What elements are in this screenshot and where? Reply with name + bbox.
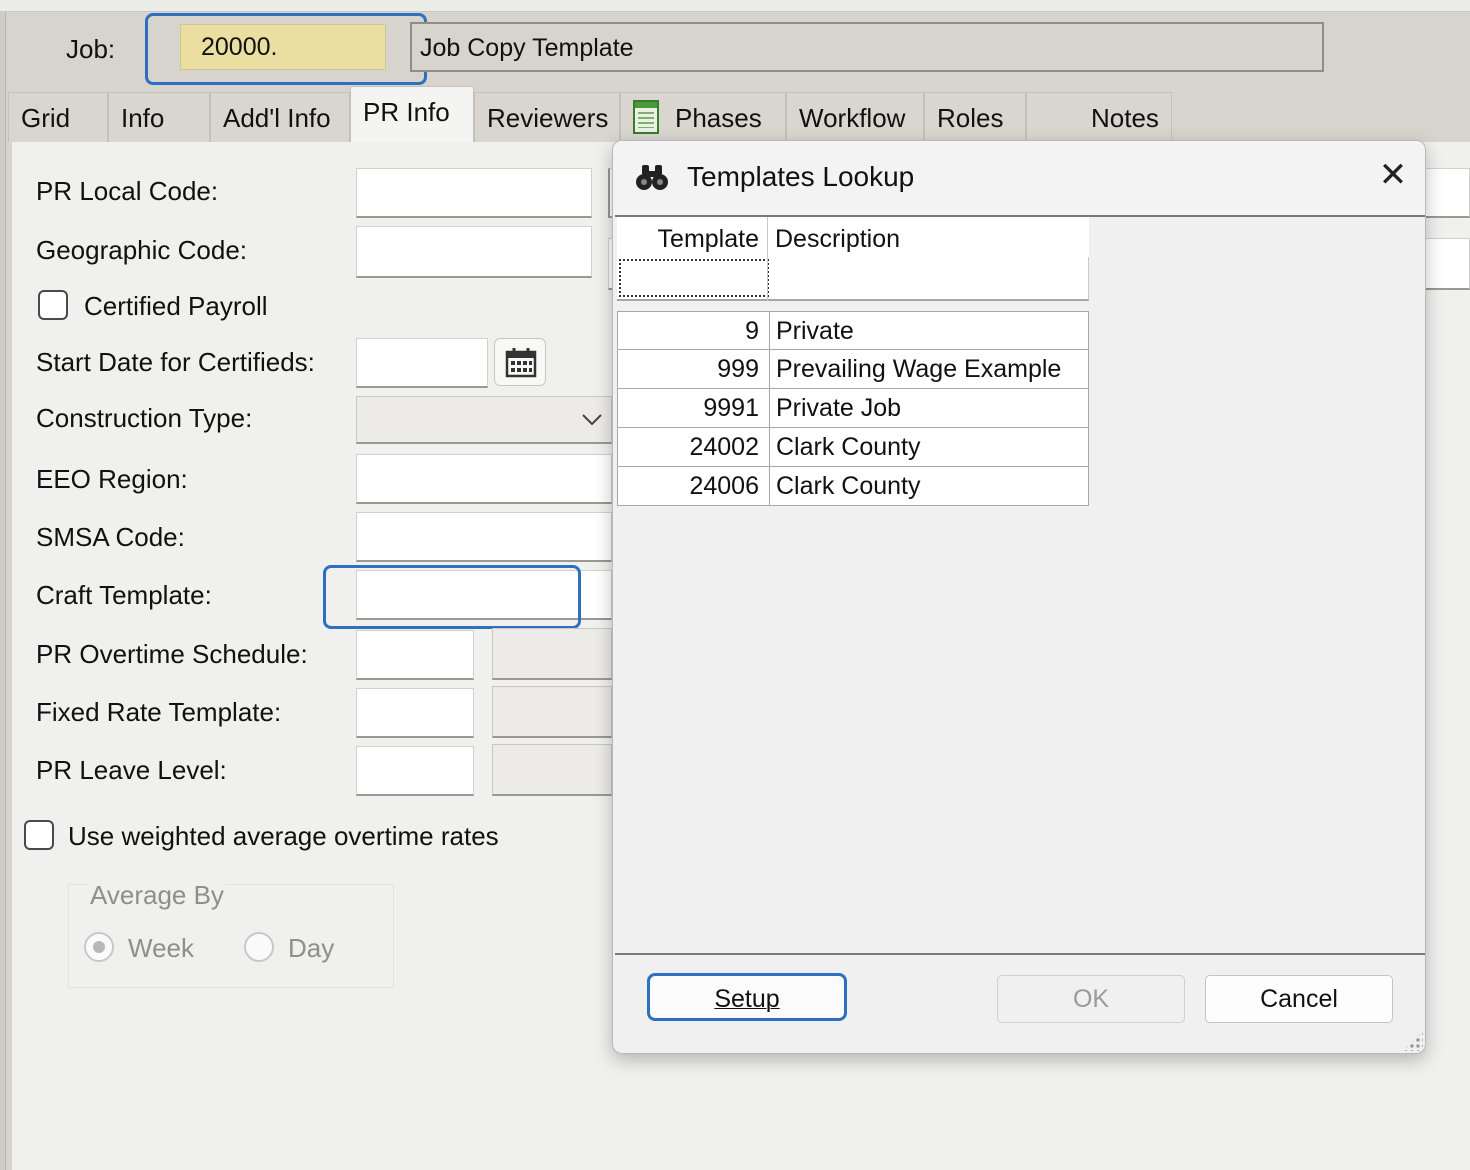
column-header-template[interactable]: Template — [617, 217, 769, 257]
geographic-code-label: Geographic Code: — [36, 235, 248, 265]
tab-label: Reviewers — [487, 103, 609, 133]
close-icon[interactable]: ✕ — [1373, 155, 1413, 195]
construction-type-select[interactable] — [356, 396, 612, 444]
eeo-region-label: EEO Region: — [36, 464, 188, 494]
description-filter-input[interactable] — [775, 259, 1085, 297]
job-description-field: Job Copy Template — [410, 22, 1324, 72]
cancel-button[interactable]: Cancel — [1205, 975, 1393, 1023]
pr-leave-level-input[interactable] — [356, 746, 474, 796]
template-cell: 24006 — [618, 467, 770, 505]
top-strip — [0, 0, 1470, 12]
template-cell: 999 — [618, 350, 770, 388]
tab-phases[interactable]: Phases — [620, 92, 786, 142]
templates-lookup-dialog: Templates Lookup ✕ Template Description … — [612, 140, 1426, 1054]
description-cell: Clark County — [776, 433, 921, 461]
column-divider — [767, 217, 768, 301]
description-cell: Prevailing Wage Example — [776, 355, 1062, 383]
template-filter-input[interactable] — [619, 259, 769, 297]
column-header-description[interactable]: Description — [775, 217, 900, 257]
tab-workflow[interactable]: Workflow — [786, 92, 924, 142]
template-cell: 9991 — [618, 389, 770, 427]
fixed-rate-template-label: Fixed Rate Template: — [36, 697, 282, 727]
week-radio[interactable] — [84, 932, 114, 962]
pr-overtime-schedule-description — [492, 628, 612, 680]
fixed-rate-template-input[interactable] — [356, 688, 474, 738]
tab-pr-info[interactable]: PR Info — [350, 86, 474, 142]
tab-label: Roles — [937, 103, 1004, 133]
dialog-title: Templates Lookup — [687, 161, 915, 192]
filter-row — [617, 257, 1089, 301]
setup-button-label: Setup — [714, 985, 780, 1013]
certified-payroll-checkbox[interactable] — [38, 290, 68, 320]
binoculars-icon — [636, 165, 668, 190]
table-row[interactable]: 24002 Clark County — [617, 428, 1089, 467]
table-row[interactable]: 999 Prevailing Wage Example — [617, 350, 1089, 389]
lookup-grid-area: Template Description 9 Private 999 Preva… — [615, 215, 1425, 955]
start-date-certifieds-input[interactable] — [356, 338, 488, 388]
table-row[interactable]: 24006 Clark County — [617, 467, 1089, 506]
average-by-label: Average By — [88, 880, 226, 911]
tab-addl-info[interactable]: Add'l Info — [210, 92, 350, 142]
tab-label: Grid — [21, 103, 71, 133]
results-list: 9 Private 999 Prevailing Wage Example 99… — [617, 311, 1089, 506]
tab-label: Phases — [675, 103, 762, 133]
day-radio[interactable] — [244, 932, 274, 962]
setup-button[interactable]: Setup — [647, 973, 847, 1021]
tab-label: Info — [121, 103, 165, 133]
weighted-average-label: Use weighted average overtime rates — [68, 821, 499, 851]
smsa-code-input[interactable] — [356, 512, 612, 562]
tab-info[interactable]: Info — [108, 92, 210, 142]
start-date-certifieds-label: Start Date for Certifieds: — [36, 347, 315, 377]
craft-template-label: Craft Template: — [36, 580, 212, 610]
chevron-down-icon — [582, 414, 602, 426]
template-cell: 24002 — [618, 428, 770, 466]
week-radio-label: Week — [128, 933, 194, 963]
tab-label: Workflow — [799, 103, 906, 133]
day-radio-label: Day — [288, 933, 335, 963]
tab-label: Notes — [1091, 103, 1159, 133]
pr-leave-level-description — [492, 744, 612, 796]
tab-notes[interactable]: Notes — [1026, 92, 1172, 142]
description-cell: Clark County — [776, 472, 921, 500]
resize-grip-icon[interactable] — [1403, 1031, 1423, 1051]
description-cell: Private — [776, 317, 854, 345]
tab-roles[interactable]: Roles — [924, 92, 1026, 142]
job-label: Job: — [66, 34, 116, 64]
certified-payroll-label: Certified Payroll — [84, 291, 268, 321]
tab-reviewers[interactable]: Reviewers — [474, 92, 620, 142]
template-cell: 9 — [618, 312, 770, 350]
dialog-title-bar: Templates Lookup ✕ — [613, 141, 1425, 215]
table-row[interactable]: 9 Private — [617, 311, 1089, 350]
weighted-average-checkbox[interactable] — [24, 820, 54, 850]
tab-bar: Grid Info Add'l Info PR Info Reviewers P… — [8, 86, 1172, 142]
job-number-highlight — [145, 13, 427, 85]
pr-overtime-schedule-input[interactable] — [356, 630, 474, 680]
description-cell: Private Job — [776, 394, 902, 422]
pr-leave-level-label: PR Leave Level: — [36, 755, 227, 785]
tab-label: Add'l Info — [223, 103, 331, 133]
tab-grid[interactable]: Grid — [8, 92, 108, 142]
fixed-rate-template-description — [492, 686, 612, 738]
phases-icon — [633, 100, 659, 135]
tab-label: PR Info — [363, 97, 450, 127]
eeo-region-input[interactable] — [356, 454, 612, 504]
ok-button[interactable]: OK — [997, 975, 1185, 1023]
construction-type-label: Construction Type: — [36, 403, 253, 433]
smsa-code-label: SMSA Code: — [36, 522, 185, 552]
pr-overtime-schedule-label: PR Overtime Schedule: — [36, 639, 308, 669]
pr-local-code-input[interactable] — [356, 168, 592, 218]
craft-template-highlight — [323, 565, 581, 629]
calendar-icon[interactable] — [494, 338, 546, 386]
geographic-code-input[interactable] — [356, 226, 592, 278]
grid-header: Template Description — [617, 217, 1089, 257]
left-edge — [0, 12, 6, 1170]
table-row[interactable]: 9991 Private Job — [617, 389, 1089, 428]
pr-local-code-label: PR Local Code: — [36, 176, 219, 206]
